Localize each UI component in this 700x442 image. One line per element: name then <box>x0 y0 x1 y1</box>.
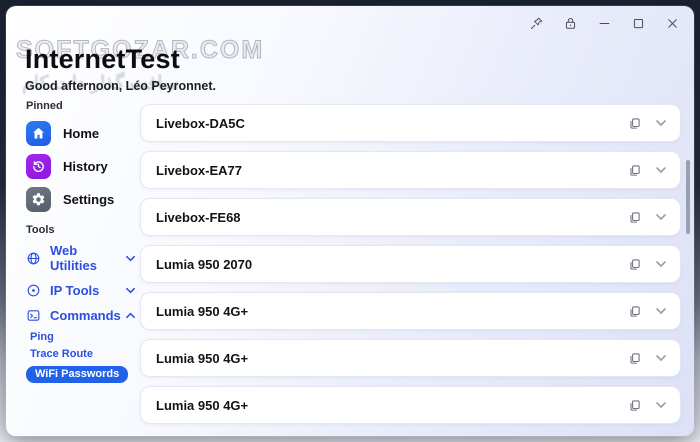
wifi-network-name: Livebox-EA77 <box>156 163 242 178</box>
chevron-down-icon[interactable] <box>655 258 667 270</box>
sidebar-item-label: History <box>63 159 108 174</box>
copy-icon[interactable] <box>626 209 642 225</box>
sidebar-group-commands[interactable]: Commands <box>26 307 136 323</box>
lock-icon[interactable] <box>561 14 580 33</box>
sidebar-group-ip-tools[interactable]: IP Tools <box>26 282 136 298</box>
row-actions <box>626 209 667 225</box>
chevron-down-icon[interactable] <box>655 164 667 176</box>
sidebar-item-settings[interactable]: Settings <box>24 185 142 214</box>
sidebar-item-ping[interactable]: Ping <box>28 330 142 344</box>
chevron-down-icon <box>125 253 136 264</box>
page-title: InternetTest <box>25 44 216 75</box>
sidebar-group-web-utilities[interactable]: Web Utilities <box>26 243 136 273</box>
maximize-button[interactable] <box>629 14 648 33</box>
row-actions <box>626 397 667 413</box>
home-icon <box>26 121 51 146</box>
gear-icon <box>26 187 51 212</box>
wifi-network-row[interactable]: Lumia 950 4G+ <box>140 386 681 424</box>
chevron-up-icon <box>125 310 136 321</box>
wifi-network-name: Lumia 950 4G+ <box>156 398 248 413</box>
scrollbar-thumb[interactable] <box>686 160 690 234</box>
scrollbar[interactable] <box>685 116 691 416</box>
chevron-down-icon <box>125 285 136 296</box>
sidebar-group-label: IP Tools <box>50 283 125 298</box>
titlebar <box>527 14 682 33</box>
sidebar-group-label: Commands <box>50 308 125 323</box>
sidebar: Pinned Home History Settings Tools <box>24 100 142 386</box>
commands-submenu: Ping Trace Route WiFi Passwords <box>28 330 142 386</box>
row-actions <box>626 303 667 319</box>
wifi-network-row[interactable]: Livebox-DA5C <box>140 104 681 142</box>
close-button[interactable] <box>663 14 682 33</box>
wifi-network-row[interactable]: Livebox-EA77 <box>140 151 681 189</box>
wifi-network-row[interactable]: Lumia 950 4G+ <box>140 292 681 330</box>
copy-icon[interactable] <box>626 256 642 272</box>
wifi-network-name: Livebox-DA5C <box>156 116 245 131</box>
greeting-text: Good afternoon, Léo Peyronnet. <box>25 79 216 93</box>
tools-section-label: Tools <box>26 224 142 236</box>
copy-icon[interactable] <box>626 162 642 178</box>
row-actions <box>626 162 667 178</box>
wifi-network-row[interactable]: Lumia 950 4G+ <box>140 339 681 377</box>
wifi-network-list: Livebox-DA5C Livebox-EA77 Livebox-FE68 L… <box>140 104 681 433</box>
wifi-network-row[interactable]: Lumia 950 2070 <box>140 245 681 283</box>
copy-icon[interactable] <box>626 303 642 319</box>
header: InternetTest Good afternoon, Léo Peyronn… <box>25 44 216 93</box>
chevron-down-icon[interactable] <box>655 211 667 223</box>
sidebar-group-label: Web Utilities <box>50 243 125 273</box>
wifi-network-row[interactable]: Livebox-FE68 <box>140 198 681 236</box>
pinned-section-label: Pinned <box>26 100 142 112</box>
globe-icon <box>26 250 42 266</box>
copy-icon[interactable] <box>626 115 642 131</box>
chevron-down-icon[interactable] <box>655 399 667 411</box>
copy-icon[interactable] <box>626 350 642 366</box>
sidebar-item-home[interactable]: Home <box>24 119 142 148</box>
app-window: SOFTGOZAR.COM سافت گذار دات کام Internet… <box>6 6 694 436</box>
row-actions <box>626 115 667 131</box>
sidebar-item-wifi-passwords[interactable]: WiFi Passwords <box>26 366 128 384</box>
history-icon <box>26 154 51 179</box>
terminal-icon <box>26 307 42 323</box>
wifi-network-name: Lumia 950 4G+ <box>156 304 248 319</box>
sidebar-item-history[interactable]: History <box>24 152 142 181</box>
sidebar-item-label: Home <box>63 126 99 141</box>
chevron-down-icon[interactable] <box>655 305 667 317</box>
row-actions <box>626 256 667 272</box>
minimize-button[interactable] <box>595 14 614 33</box>
wifi-network-name: Livebox-FE68 <box>156 210 241 225</box>
pin-icon[interactable] <box>527 14 546 33</box>
chevron-down-icon[interactable] <box>655 352 667 364</box>
wifi-network-name: Lumia 950 4G+ <box>156 351 248 366</box>
sidebar-item-trace-route[interactable]: Trace Route <box>28 347 142 361</box>
wifi-network-name: Lumia 950 2070 <box>156 257 252 272</box>
sidebar-item-label: Settings <box>63 192 114 207</box>
row-actions <box>626 350 667 366</box>
target-icon <box>26 282 42 298</box>
copy-icon[interactable] <box>626 397 642 413</box>
chevron-down-icon[interactable] <box>655 117 667 129</box>
